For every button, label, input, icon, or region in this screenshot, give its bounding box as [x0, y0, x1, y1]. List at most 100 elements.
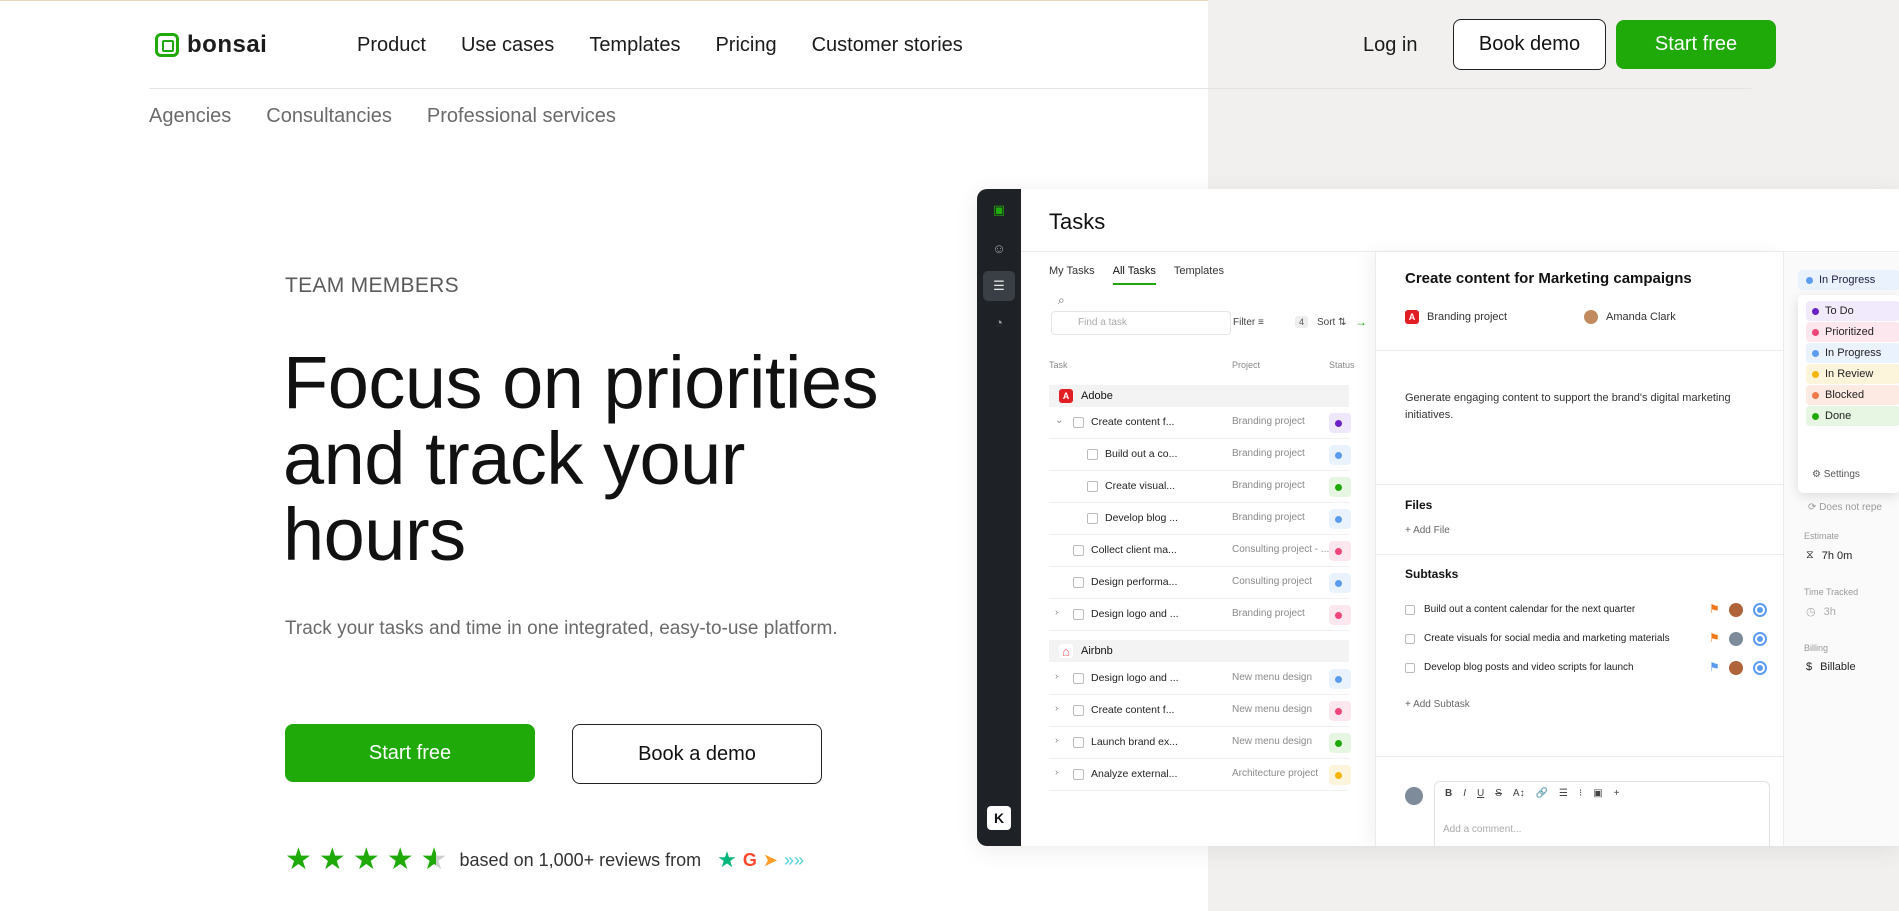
- status-badge[interactable]: [1329, 413, 1351, 433]
- task-checkbox[interactable]: [1087, 481, 1098, 492]
- tab-all-tasks[interactable]: All Tasks: [1112, 265, 1156, 285]
- nav-item-templates[interactable]: Templates: [589, 34, 680, 57]
- task-checkbox[interactable]: [1073, 673, 1084, 684]
- status-option[interactable]: In Progress: [1806, 343, 1899, 363]
- subnav-item-agencies[interactable]: Agencies: [149, 105, 231, 128]
- table-row[interactable]: › Create content f... New menu design: [1049, 695, 1351, 727]
- chevron-icon[interactable]: ›: [1055, 703, 1058, 714]
- detail-assignee[interactable]: Amanda Clark: [1584, 310, 1676, 324]
- subnav-item-professional-services[interactable]: Professional services: [427, 105, 616, 128]
- task-checkbox[interactable]: [1073, 737, 1084, 748]
- task-checkbox[interactable]: [1087, 449, 1098, 460]
- nav-item-pricing[interactable]: Pricing: [715, 34, 776, 57]
- bullet-list-icon[interactable]: ⁝: [1579, 788, 1582, 799]
- table-row[interactable]: Develop blog ... Branding project: [1049, 503, 1351, 535]
- estimate-value[interactable]: ⧖ 7h 0m: [1806, 549, 1852, 562]
- column-header-status[interactable]: Status: [1329, 360, 1355, 370]
- task-checkbox[interactable]: [1073, 577, 1084, 588]
- time-tracking-icon[interactable]: ◔: [988, 311, 1010, 333]
- group-airbnb[interactable]: ⌂ Airbnb: [1049, 640, 1349, 662]
- nav-item-product[interactable]: Product: [357, 34, 426, 57]
- status-badge[interactable]: [1329, 509, 1351, 529]
- detail-project[interactable]: A Branding project: [1405, 310, 1507, 324]
- comment-box[interactable]: B I U S A↕ 🔗 ☰ ⁝ ▣ + Add a comment...: [1434, 781, 1770, 846]
- tasks-icon[interactable]: ☰: [983, 271, 1015, 301]
- task-search-input[interactable]: Find a task: [1051, 311, 1231, 335]
- table-row[interactable]: Collect client ma... Consulting project -…: [1049, 535, 1351, 567]
- book-a-demo-button[interactable]: Book a demo: [572, 724, 822, 784]
- start-free-button[interactable]: Start free: [285, 724, 535, 782]
- table-row[interactable]: › Design logo and ... Branding project: [1049, 599, 1351, 631]
- subtask-row[interactable]: Develop blog posts and video scripts for…: [1405, 659, 1770, 679]
- status-dropdown[interactable]: In Progress: [1798, 270, 1899, 290]
- chevron-icon[interactable]: ›: [1055, 767, 1058, 778]
- status-badge[interactable]: [1329, 477, 1351, 497]
- task-checkbox[interactable]: [1073, 417, 1084, 428]
- subtask-row[interactable]: Create visuals for social media and mark…: [1405, 630, 1770, 650]
- status-settings-item[interactable]: ⚙ Settings: [1812, 469, 1860, 480]
- add-subtask-button[interactable]: + Add Subtask: [1405, 699, 1470, 710]
- billing-value[interactable]: $ Billable: [1806, 661, 1856, 673]
- subtask-checkbox[interactable]: [1405, 605, 1415, 615]
- start-free-header-button[interactable]: Start free: [1616, 20, 1776, 69]
- filter-button[interactable]: Filter ≡: [1233, 317, 1264, 328]
- link-icon[interactable]: 🔗: [1536, 788, 1548, 799]
- status-badge[interactable]: [1329, 765, 1351, 785]
- tab-my-tasks[interactable]: My Tasks: [1049, 265, 1095, 285]
- nav-item-customer-stories[interactable]: Customer stories: [812, 34, 963, 57]
- subtask-checkbox[interactable]: [1405, 663, 1415, 673]
- avatar[interactable]: [1729, 632, 1743, 646]
- status-badge[interactable]: [1329, 605, 1351, 625]
- tab-templates[interactable]: Templates: [1174, 265, 1224, 285]
- group-adobe[interactable]: A Adobe: [1049, 385, 1349, 407]
- table-row[interactable]: Design performa... Consulting project: [1049, 567, 1351, 599]
- status-target-icon[interactable]: [1753, 661, 1767, 675]
- status-option[interactable]: Prioritized: [1806, 322, 1899, 342]
- chevron-icon[interactable]: ›: [1055, 735, 1058, 746]
- status-badge[interactable]: [1329, 445, 1351, 465]
- chevron-icon[interactable]: ›: [1055, 607, 1058, 618]
- priority-flag-icon[interactable]: ⚑: [1709, 631, 1720, 645]
- task-checkbox[interactable]: [1073, 705, 1084, 716]
- table-row[interactable]: Build out a co... Branding project: [1049, 439, 1351, 471]
- subnav-item-consultancies[interactable]: Consultancies: [266, 105, 392, 128]
- sort-button[interactable]: Sort ⇅: [1317, 317, 1347, 328]
- status-badge[interactable]: [1329, 669, 1351, 689]
- table-row[interactable]: › Launch brand ex... New menu design: [1049, 727, 1351, 759]
- task-checkbox[interactable]: [1073, 769, 1084, 780]
- status-target-icon[interactable]: [1753, 603, 1767, 617]
- status-badge[interactable]: [1329, 701, 1351, 721]
- nav-item-use-cases[interactable]: Use cases: [461, 34, 554, 57]
- bold-icon[interactable]: B: [1445, 788, 1452, 799]
- book-demo-button[interactable]: Book demo: [1453, 19, 1606, 70]
- priority-flag-icon[interactable]: ⚑: [1709, 660, 1720, 674]
- bonsai-rail-logo-icon[interactable]: ▣: [988, 199, 1010, 221]
- numbered-list-icon[interactable]: ☰: [1559, 788, 1568, 799]
- text-size-icon[interactable]: A↕: [1513, 788, 1525, 799]
- status-option[interactable]: To Do: [1806, 301, 1899, 321]
- underline-icon[interactable]: U: [1477, 788, 1484, 799]
- priority-flag-icon[interactable]: ⚑: [1709, 602, 1720, 616]
- time-tracked-value[interactable]: ◷ 3h: [1806, 605, 1836, 619]
- image-icon[interactable]: ▣: [1593, 788, 1602, 799]
- chevron-icon[interactable]: ⌄: [1055, 415, 1063, 426]
- repeat-setting[interactable]: ⟳ Does not repe: [1808, 502, 1882, 513]
- chevron-icon[interactable]: ›: [1055, 671, 1058, 682]
- status-target-icon[interactable]: [1753, 632, 1767, 646]
- italic-icon[interactable]: I: [1463, 788, 1466, 799]
- status-badge[interactable]: [1329, 733, 1351, 753]
- task-checkbox[interactable]: [1073, 609, 1084, 620]
- table-row[interactable]: › Design logo and ... New menu design: [1049, 663, 1351, 695]
- column-header-task[interactable]: Task: [1049, 360, 1068, 370]
- insert-icon[interactable]: +: [1614, 788, 1620, 799]
- workspace-icon[interactable]: K: [987, 806, 1011, 830]
- strikethrough-icon[interactable]: S: [1495, 788, 1502, 799]
- comment-input[interactable]: Add a comment...: [1443, 824, 1521, 835]
- table-row[interactable]: ⌄ Create content f... Branding project: [1049, 407, 1351, 439]
- arrow-right-icon[interactable]: →: [1355, 315, 1367, 329]
- subtask-checkbox[interactable]: [1405, 634, 1415, 644]
- column-header-project[interactable]: Project: [1232, 360, 1260, 370]
- login-link[interactable]: Log in: [1363, 34, 1418, 57]
- task-checkbox[interactable]: [1073, 545, 1084, 556]
- avatar[interactable]: [1729, 661, 1743, 675]
